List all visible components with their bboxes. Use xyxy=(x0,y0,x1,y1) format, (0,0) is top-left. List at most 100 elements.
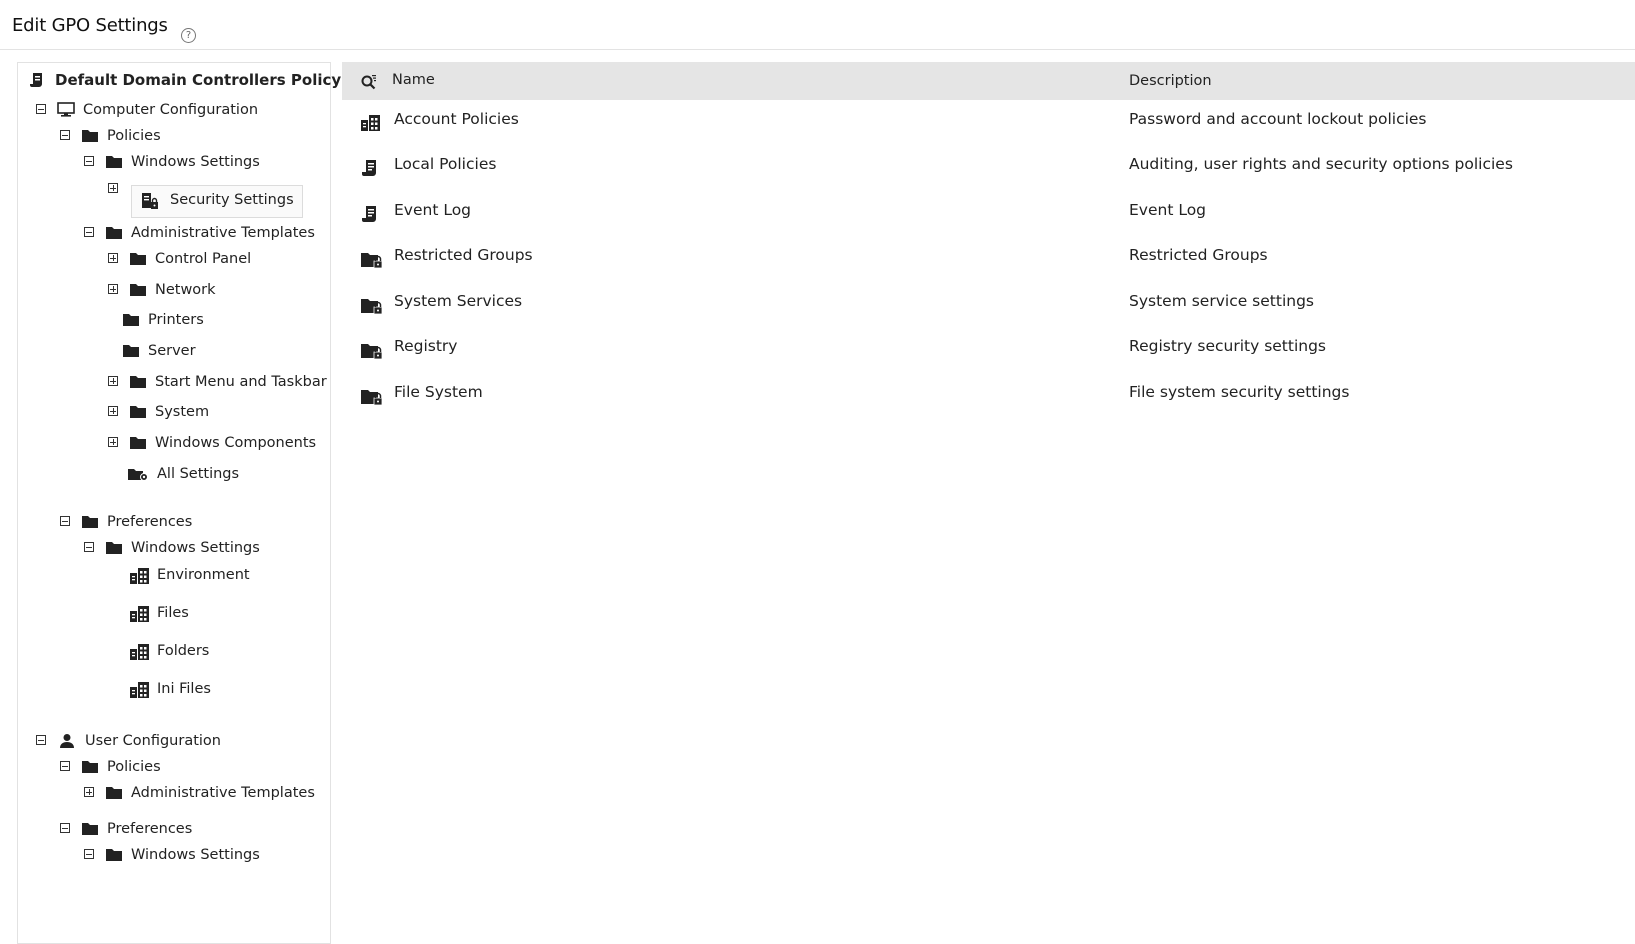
collapse-toggle-admin-templates[interactable] xyxy=(84,227,94,237)
row-name[interactable]: Registry xyxy=(394,337,457,355)
folder-icon xyxy=(122,312,142,328)
list-row-file-system[interactable]: File System File system security setting… xyxy=(342,375,1635,415)
tree-node-start-menu[interactable]: Start Menu and Taskbar xyxy=(129,370,327,394)
tree-label: Files xyxy=(157,605,189,621)
row-description: Event Log xyxy=(1129,201,1207,219)
row-name[interactable]: Restricted Groups xyxy=(394,246,533,264)
tree-node-uc-admin-templates[interactable]: Administrative Templates xyxy=(105,781,315,805)
collapse-toggle-cc-windows-settings[interactable] xyxy=(84,156,94,166)
collapse-toggle-cc-pref-windows-settings[interactable] xyxy=(84,542,94,552)
tree-node-cc-pref-windows-settings[interactable]: Windows Settings xyxy=(105,536,260,560)
tree-label: Ini Files xyxy=(157,681,211,697)
list-row-registry[interactable]: Registry Registry security settings xyxy=(342,329,1635,369)
folder-icon xyxy=(105,154,125,170)
tree-node-server[interactable]: Server xyxy=(122,339,196,363)
tree-label: Windows Settings xyxy=(131,540,260,556)
expand-toggle-start-menu[interactable] xyxy=(108,376,118,386)
tree-label: Start Menu and Taskbar xyxy=(155,374,327,390)
tree-label: Administrative Templates xyxy=(131,225,315,241)
folder-gear-icon xyxy=(127,466,148,482)
tree-node-network[interactable]: Network xyxy=(129,278,216,302)
folder-lock-icon xyxy=(360,250,384,274)
tree-node-security-settings[interactable]: Security Settings xyxy=(140,188,294,212)
tree-node-control-panel[interactable]: Control Panel xyxy=(129,247,251,271)
collapse-toggle-uc-preferences[interactable] xyxy=(60,823,70,833)
tree-label: Preferences xyxy=(107,514,193,530)
tree-node-system[interactable]: System xyxy=(129,400,209,424)
folder-icon xyxy=(105,540,125,556)
row-name[interactable]: File System xyxy=(394,383,483,401)
tree-node-computer-config[interactable]: Computer Configuration xyxy=(57,98,258,122)
row-name[interactable]: Local Policies xyxy=(394,155,496,173)
folder-icon xyxy=(81,128,101,144)
tree-label: Windows Settings xyxy=(131,154,260,170)
row-description: Registry security settings xyxy=(1129,337,1327,355)
policy-grid-icon xyxy=(129,681,149,698)
page-header: Edit GPO Settings ? xyxy=(0,0,1635,50)
expand-toggle-windows-components[interactable] xyxy=(108,437,118,447)
policy-doc-icon xyxy=(360,159,380,183)
list-row-account-policies[interactable]: Account Policies Password and account lo… xyxy=(342,102,1635,142)
tree-label: System xyxy=(155,404,210,420)
expand-toggle-control-panel[interactable] xyxy=(108,253,118,263)
folder-lock-icon xyxy=(360,341,384,365)
collapse-toggle-uc-policies[interactable] xyxy=(60,761,70,771)
collapse-toggle-cc-policies[interactable] xyxy=(60,130,70,140)
tree-node-all-settings[interactable]: All Settings xyxy=(127,462,239,486)
folder-icon xyxy=(105,225,125,241)
tree-label: Preferences xyxy=(107,821,193,837)
search-filter-icon[interactable] xyxy=(360,73,378,95)
row-description: Password and account lockout policies xyxy=(1129,110,1427,128)
tree-node-cc-policies[interactable]: Policies xyxy=(81,124,161,148)
expand-toggle-uc-admin-templates[interactable] xyxy=(84,787,94,797)
list-row-restricted-groups[interactable]: Restricted Groups Restricted Groups xyxy=(342,238,1635,278)
tree-label: Network xyxy=(155,282,216,298)
tree-node-environment[interactable]: Environment xyxy=(129,563,250,587)
row-description: Auditing, user rights and security optio… xyxy=(1129,155,1513,173)
page-title: Edit GPO Settings xyxy=(12,15,168,36)
tree-node-cc-preferences[interactable]: Preferences xyxy=(81,510,192,534)
collapse-toggle-computer-config[interactable] xyxy=(36,104,46,114)
row-name[interactable]: Account Policies xyxy=(394,110,519,128)
tree-root[interactable]: Default Domain Controllers Policy xyxy=(29,68,341,92)
folder-icon xyxy=(122,343,142,359)
folder-lock-icon xyxy=(360,296,384,320)
tree-node-uc-policies[interactable]: Policies xyxy=(81,755,161,779)
tree-label: All Settings xyxy=(157,466,240,482)
collapse-toggle-cc-preferences[interactable] xyxy=(60,516,70,526)
tree-node-admin-templates[interactable]: Administrative Templates xyxy=(105,221,315,245)
tree-node-user-config[interactable]: User Configuration xyxy=(59,729,221,753)
collapse-toggle-user-config[interactable] xyxy=(36,735,46,745)
folder-icon xyxy=(105,785,125,801)
expand-toggle-system[interactable] xyxy=(108,406,118,416)
list-row-event-log[interactable]: Event Log Event Log xyxy=(342,193,1635,233)
column-header-name[interactable]: Name xyxy=(392,72,435,88)
tree-node-uc-preferences[interactable]: Preferences xyxy=(81,817,192,841)
folder-icon xyxy=(81,759,101,775)
folder-icon xyxy=(105,847,125,863)
expand-toggle-network[interactable] xyxy=(108,284,118,294)
row-name[interactable]: Event Log xyxy=(394,201,471,219)
tree-node-printers[interactable]: Printers xyxy=(122,308,204,332)
expand-toggle-security-settings[interactable] xyxy=(108,183,118,193)
list-header: Name Description xyxy=(342,62,1635,100)
tree-node-files[interactable]: Files xyxy=(129,601,189,625)
folder-icon xyxy=(129,251,149,267)
help-icon[interactable]: ? xyxy=(181,28,196,43)
folder-icon xyxy=(129,435,149,451)
collapse-toggle-uc-pref-windows-settings[interactable] xyxy=(84,849,94,859)
tree-label: Control Panel xyxy=(155,251,252,267)
column-header-description[interactable]: Description xyxy=(1129,73,1212,89)
policy-grid-icon xyxy=(129,605,149,622)
tree-label: User Configuration xyxy=(85,733,221,749)
row-name[interactable]: System Services xyxy=(394,292,522,310)
computer-icon xyxy=(57,102,77,118)
tree-node-uc-pref-windows-settings[interactable]: Windows Settings xyxy=(105,843,260,867)
policy-grid-icon xyxy=(129,567,149,584)
list-row-system-services[interactable]: System Services System service settings xyxy=(342,284,1635,324)
tree-node-folders[interactable]: Folders xyxy=(129,639,209,663)
tree-node-cc-windows-settings[interactable]: Windows Settings xyxy=(105,150,260,174)
tree-node-windows-components[interactable]: Windows Components xyxy=(129,431,316,455)
tree-node-ini-files[interactable]: Ini Files xyxy=(129,677,211,701)
list-row-local-policies[interactable]: Local Policies Auditing, user rights and… xyxy=(342,147,1635,187)
